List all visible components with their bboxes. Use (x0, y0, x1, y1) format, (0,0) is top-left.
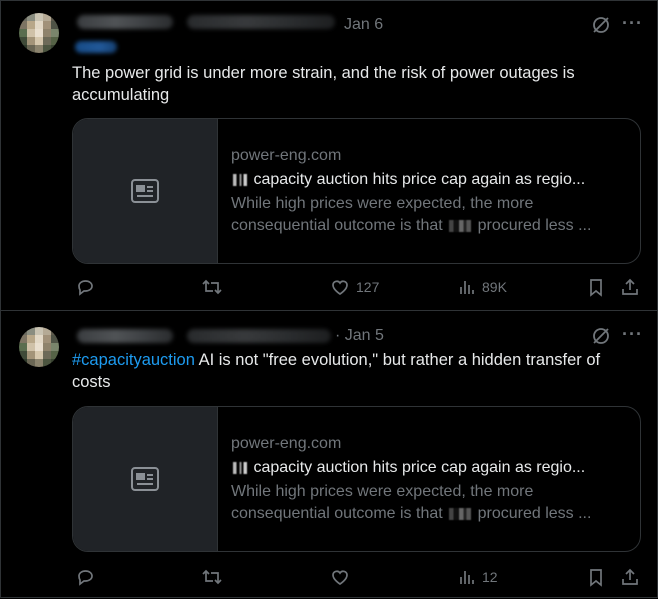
retweet-button[interactable] (201, 565, 223, 589)
author-name-redacted[interactable] (77, 329, 173, 343)
grok-icon[interactable] (591, 15, 611, 40)
avatar[interactable] (19, 13, 59, 53)
redacted-text (233, 461, 247, 474)
author-handle-redacted[interactable] (187, 15, 335, 29)
like-count: 127 (356, 279, 380, 295)
link-card[interactable]: power-eng.com capacity auction hits pric… (72, 406, 641, 552)
card-description: While high prices were expected, the mor… (231, 483, 592, 522)
bookmark-icon (590, 279, 602, 297)
card-thumbnail (73, 407, 218, 551)
tweet[interactable]: Jan 6 ··· The power grid is under more s… (1, 1, 657, 311)
retweet-icon (202, 279, 222, 295)
link-card[interactable]: power-eng.com capacity auction hits pric… (72, 118, 641, 264)
card-description: While high prices were expected, the mor… (231, 195, 592, 234)
reply-icon (78, 280, 93, 296)
heart-icon (332, 570, 348, 585)
bookmark-button[interactable] (587, 565, 605, 589)
article-icon (131, 179, 159, 203)
tweet-date[interactable]: Jan 6 (344, 16, 383, 34)
heart-icon (332, 280, 348, 295)
share-icon (622, 278, 638, 295)
reply-button[interactable] (75, 275, 95, 299)
action-bar: 127 89K (1, 275, 657, 299)
card-domain: power-eng.com (231, 435, 342, 452)
author-handle-redacted[interactable] (187, 329, 331, 343)
like-button[interactable] (330, 565, 350, 589)
tweet-date[interactable]: · Jan 5 (335, 327, 384, 345)
bookmark-icon (590, 569, 602, 587)
retweet-button[interactable] (201, 275, 223, 299)
card-title: capacity auction hits price cap again as… (231, 459, 631, 477)
tweet[interactable]: · Jan 5 ··· #capacityauction AI is not "… (1, 311, 657, 599)
share-button[interactable] (620, 565, 640, 589)
views-button[interactable]: 89K (458, 275, 507, 299)
article-icon (131, 467, 159, 491)
card-title: capacity auction hits price cap again as… (231, 171, 631, 189)
tweet-text: The power grid is under more strain, and… (72, 64, 575, 104)
author-subtitle-redacted (75, 41, 117, 53)
share-button[interactable] (620, 275, 640, 299)
redacted-text (449, 219, 472, 232)
reply-button[interactable] (75, 565, 95, 589)
reply-icon (78, 570, 93, 586)
like-button[interactable]: 127 (330, 275, 379, 299)
view-count: 89K (482, 279, 507, 295)
action-bar: 12 (1, 565, 657, 589)
redacted-text (449, 507, 472, 520)
grok-icon[interactable] (591, 326, 611, 351)
views-icon (460, 571, 474, 584)
bookmark-button[interactable] (587, 275, 605, 299)
views-button[interactable]: 12 (458, 565, 498, 589)
avatar[interactable] (19, 327, 59, 367)
hashtag-link[interactable]: #capacityauction (72, 351, 195, 369)
card-thumbnail (73, 119, 218, 263)
more-icon[interactable]: ··· (622, 324, 643, 345)
retweet-icon (202, 569, 222, 585)
share-icon (622, 568, 638, 585)
tweet-text: #capacityauction AI is not "free evoluti… (72, 351, 601, 391)
view-count: 12 (482, 569, 498, 585)
views-icon (460, 281, 474, 294)
redacted-text (233, 173, 247, 186)
card-domain: power-eng.com (231, 147, 342, 164)
more-icon[interactable]: ··· (622, 13, 643, 34)
author-name-redacted[interactable] (77, 15, 173, 29)
